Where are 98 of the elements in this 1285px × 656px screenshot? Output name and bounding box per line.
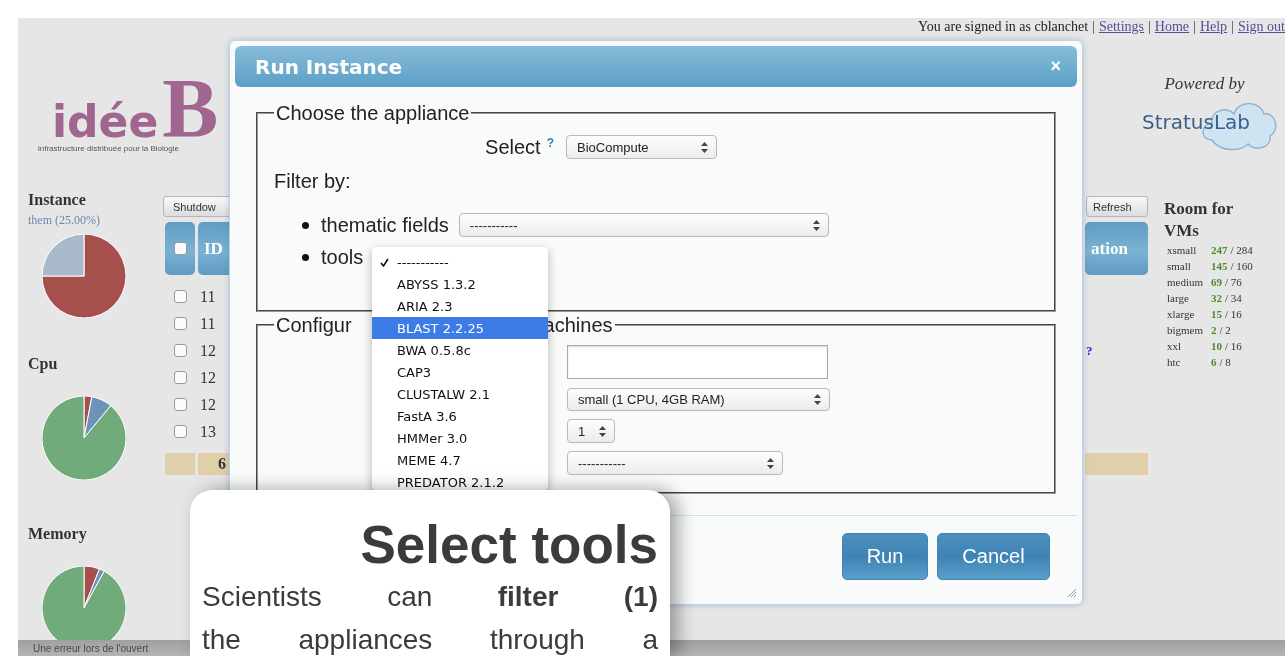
logo-wordmark: idée <box>52 97 159 147</box>
free-count: 2 <box>1211 324 1217 336</box>
table-cell-text: 12 <box>199 368 216 387</box>
total-count: / 76 <box>1225 276 1242 288</box>
menu-item[interactable]: FastA 3.6 <box>372 405 548 427</box>
menu-item[interactable]: ARIA 2.3 <box>372 295 548 317</box>
nav-link[interactable]: Home <box>1154 19 1190 35</box>
vm-size: xlarge <box>1167 307 1196 322</box>
updown-arrows-icon <box>814 394 821 405</box>
menu-item[interactable]: PREDATOR 2.1.2 <box>372 471 548 490</box>
vm-size: large <box>1167 291 1190 306</box>
menu-item[interactable]: MEME 4.7 <box>372 449 548 471</box>
menu-item[interactable]: CAP3 <box>372 361 548 383</box>
bullet-icon <box>302 221 309 229</box>
table-cell-text: 12 <box>199 395 216 414</box>
nav-link[interactable]: Settings <box>1098 19 1145 35</box>
free-count: 69 <box>1211 276 1222 288</box>
help-link[interactable]: ? <box>1086 342 1093 359</box>
nav-link[interactable]: Sign out <box>1237 19 1285 35</box>
signed-in-text: You are signed in as cblanchet <box>918 19 1089 35</box>
total-count: / 284 <box>1230 244 1253 256</box>
free-count: 32 <box>1211 292 1222 304</box>
menu-item[interactable]: BWA 0.5.8c <box>372 339 548 361</box>
vm-size: medium <box>1167 275 1205 290</box>
free-count: 15 <box>1211 308 1222 320</box>
powered-by-text: Powered by <box>1163 74 1246 94</box>
logo-tagline: infrastructure distribuée pour la Biologie <box>38 144 179 154</box>
table-cell-text: 13 <box>199 422 216 441</box>
table-cell-text: 12 <box>199 341 216 360</box>
free-count: 10 <box>1211 340 1222 352</box>
run-button[interactable]: Run <box>842 533 928 580</box>
vm-size: xsmall <box>1167 243 1198 258</box>
total-count: / 16 <box>1225 308 1242 320</box>
checkmark-icon <box>380 258 389 267</box>
footer-cell <box>165 453 195 475</box>
refresh-button[interactable]: Refresh <box>1086 196 1148 217</box>
fieldset-legend: Configur <box>276 313 352 337</box>
field-label: Filter by: <box>274 170 352 193</box>
vm-size: htc <box>1167 355 1182 370</box>
total-count: / 2 <box>1219 324 1231 336</box>
free-count: 247 <box>1211 244 1228 256</box>
cancel-button[interactable]: Cancel <box>937 533 1050 580</box>
callout-text: Scientists can filter (1) the appliances through a <box>202 580 658 656</box>
select-field[interactable]: ----------- <box>458 213 829 237</box>
section-heading: Instance <box>28 190 87 210</box>
dialog-title: Run Instance <box>255 54 403 79</box>
updown-arrows-icon <box>767 457 774 469</box>
separator: | <box>1231 19 1234 35</box>
vm-size: small <box>1167 259 1192 274</box>
checkbox[interactable] <box>173 398 187 411</box>
select-field[interactable]: ----------- <box>567 451 783 475</box>
footer-cell <box>1085 453 1148 475</box>
checkbox[interactable] <box>173 290 187 303</box>
section-heading: Memory <box>28 524 88 544</box>
menu-item[interactable]: CLUSTALW 2.1 <box>372 383 548 405</box>
menu-item[interactable]: ABYSS 1.3.2 <box>372 273 548 295</box>
resize-grip-icon <box>1067 588 1077 598</box>
fieldset-legend: Choose the appliance <box>274 101 472 125</box>
updown-arrows-icon <box>701 141 708 153</box>
partner-logo: StratusLab <box>1142 110 1251 134</box>
section-heading: Cpu <box>28 354 59 374</box>
field-label: Select <box>485 135 541 159</box>
total-count: / 34 <box>1225 292 1242 304</box>
text-field[interactable] <box>567 345 828 379</box>
total-count: / 8 <box>1219 356 1231 368</box>
bullet-icon <box>302 253 309 261</box>
select-field[interactable]: 1 <box>567 419 615 443</box>
checkbox[interactable] <box>173 317 187 330</box>
nav-link[interactable]: Help <box>1199 19 1228 35</box>
menu-item[interactable]: ----------- <box>372 251 548 273</box>
logo-letter: B <box>162 76 219 142</box>
vm-size: xxl <box>1167 339 1183 354</box>
separator: | <box>1148 19 1151 35</box>
filter-label: tools <box>321 245 364 269</box>
menu-item[interactable]: BLAST 2.2.25 <box>372 317 548 339</box>
filter-label: thematic fields <box>321 213 449 237</box>
updown-arrows-icon <box>812 219 820 231</box>
select-field[interactable]: small (1 CPU, 4GB RAM) <box>567 388 830 411</box>
separator: | <box>1092 19 1095 35</box>
separator: | <box>1193 19 1196 35</box>
table-cell-text: 11 <box>199 314 216 333</box>
checkbox[interactable] <box>173 371 187 384</box>
free-count: 6 <box>1211 356 1217 368</box>
select-field[interactable]: BioCompute <box>566 135 717 159</box>
callout-title: Select tools <box>359 517 658 573</box>
checkbox[interactable] <box>173 242 187 255</box>
checkbox[interactable] <box>173 425 187 438</box>
total-count: / 160 <box>1230 260 1253 272</box>
status-text: Une erreur lors de l'ouvert <box>33 642 149 654</box>
free-count: 145 <box>1211 260 1228 272</box>
table-cell-text: 11 <box>199 287 216 306</box>
menu-item[interactable]: HMMer 3.0 <box>372 427 548 449</box>
vm-size: bigmem <box>1167 323 1205 338</box>
updown-arrows-icon <box>599 425 606 437</box>
room-heading: Room for VMs <box>1164 198 1235 242</box>
total-count: / 16 <box>1225 340 1242 352</box>
help-link[interactable]: ? <box>546 135 554 150</box>
checkbox[interactable] <box>173 344 187 357</box>
